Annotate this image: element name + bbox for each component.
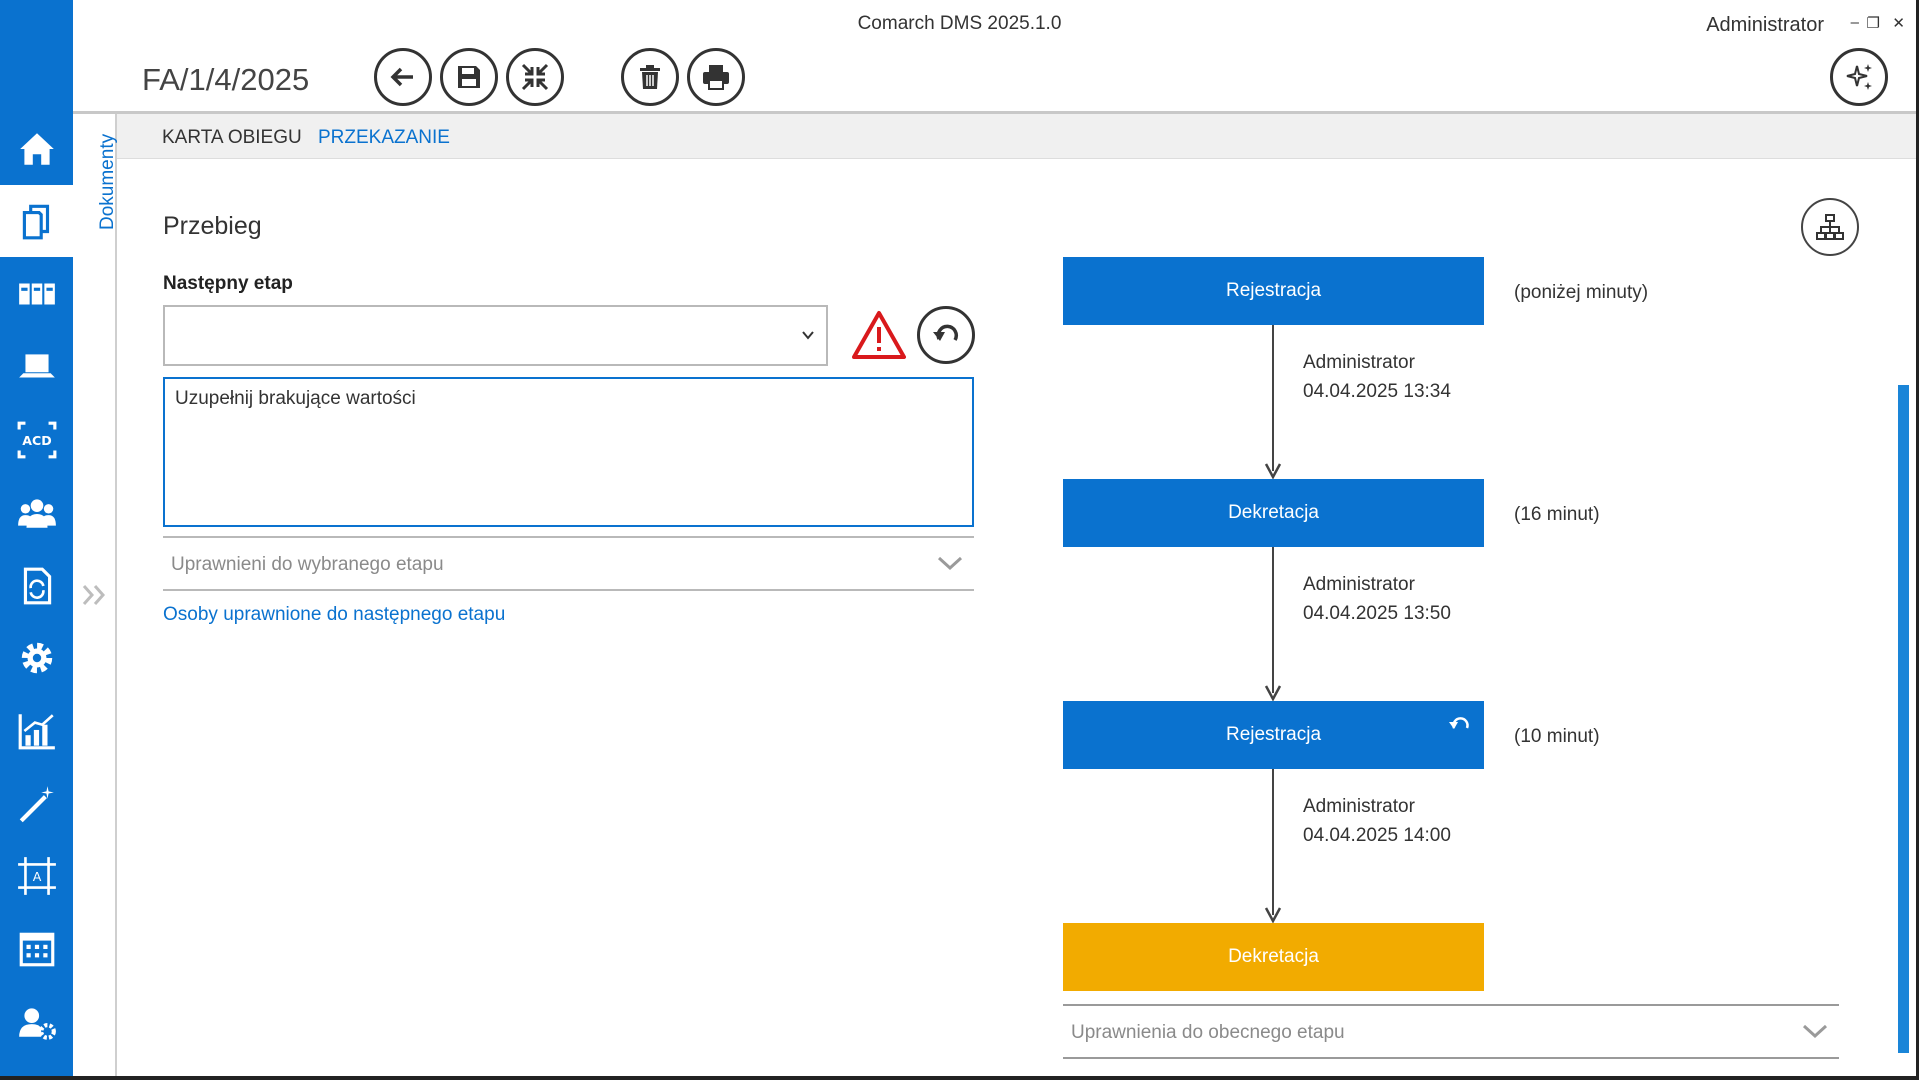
flow-stage-label: Rejestracja bbox=[1225, 724, 1322, 745]
nav-acd[interactable]: ACD bbox=[0, 404, 73, 476]
stage-duration: (poniżej minuty) bbox=[1514, 282, 1649, 303]
home-icon bbox=[19, 133, 54, 165]
stage-duration: (16 minut) bbox=[1514, 504, 1600, 525]
ai-assistant-button[interactable] bbox=[1830, 48, 1888, 106]
document-number: FA/1/4/2025 bbox=[142, 62, 310, 97]
arrow-down-icon bbox=[1264, 685, 1282, 702]
tab-przekazanie[interactable]: PRZEKAZANIE bbox=[318, 127, 450, 149]
flow-stage[interactable]: Dekretacja bbox=[1063, 479, 1484, 547]
printer-icon bbox=[703, 65, 729, 90]
chevron-down-icon bbox=[1802, 1024, 1828, 1039]
eligible-users-label: Uprawnieni do wybranego etapu bbox=[171, 554, 444, 575]
nav-designer[interactable]: A bbox=[0, 840, 73, 912]
eligible-users-expander[interactable]: Uprawnieni do wybranego etapu bbox=[163, 536, 974, 591]
transition-time: 04.04.2025 13:50 bbox=[1303, 603, 1451, 624]
flow-connector bbox=[1272, 325, 1274, 471]
next-stage-select[interactable] bbox=[163, 305, 828, 366]
stage-duration: (10 minut) bbox=[1514, 726, 1600, 747]
nav-settings[interactable] bbox=[0, 622, 73, 694]
restore-button[interactable]: ❐ bbox=[1867, 14, 1880, 32]
tab-bar: KARTA OBIEGU PRZEKAZANIE bbox=[117, 114, 1919, 159]
trash-icon bbox=[640, 65, 660, 89]
undo-icon bbox=[1449, 717, 1469, 729]
arrow-down-icon bbox=[1264, 463, 1282, 480]
section-title: Przebieg bbox=[163, 212, 262, 240]
document-sync-icon bbox=[23, 567, 51, 605]
user-gear-icon bbox=[18, 1008, 56, 1040]
transition-user: Administrator bbox=[1303, 352, 1415, 373]
transition-info: Administrator 04.04.2025 13:34 bbox=[1303, 348, 1451, 406]
laptop-icon bbox=[18, 354, 55, 378]
gear-icon bbox=[21, 642, 52, 674]
nav-workflow[interactable] bbox=[0, 550, 73, 622]
vertical-scrollbar[interactable] bbox=[1898, 385, 1909, 1053]
flow-stage[interactable]: Rejestracja bbox=[1063, 701, 1484, 769]
chevron-down-icon bbox=[802, 331, 814, 340]
print-button[interactable] bbox=[687, 48, 745, 106]
nav-reports[interactable] bbox=[0, 695, 73, 767]
back-button[interactable] bbox=[374, 48, 432, 106]
flow-diagram-button[interactable] bbox=[1801, 198, 1859, 256]
flow-stage-current[interactable]: Dekretacja bbox=[1063, 923, 1484, 991]
eligible-persons-link[interactable]: Osoby uprawnione do następnego etapu bbox=[163, 604, 505, 626]
nav-users[interactable] bbox=[0, 477, 73, 549]
comment-textarea[interactable]: Uzupełnij brakujące wartości bbox=[163, 377, 974, 527]
window-title: Comarch DMS 2025.1.0 bbox=[857, 13, 1062, 34]
svg-text:ACD: ACD bbox=[22, 433, 51, 448]
sparkles-icon bbox=[1846, 64, 1872, 90]
users-group-icon bbox=[17, 499, 56, 528]
transition-info: Administrator 04.04.2025 13:50 bbox=[1303, 570, 1451, 628]
close-button[interactable]: ✕ bbox=[1892, 14, 1905, 32]
acd-ocr-icon: ACD bbox=[17, 421, 56, 459]
warning-icon bbox=[852, 311, 906, 359]
expand-double-chevron-icon[interactable] bbox=[80, 580, 110, 610]
transition-time: 04.04.2025 13:34 bbox=[1303, 381, 1451, 402]
arrow-down-icon bbox=[1264, 907, 1282, 924]
nav-user-settings[interactable] bbox=[0, 986, 73, 1058]
tab-karta-obiegu[interactable]: KARTA OBIEGU bbox=[162, 127, 302, 149]
transition-user: Administrator bbox=[1303, 574, 1415, 595]
nav-workstation[interactable] bbox=[0, 331, 73, 403]
nav-documents[interactable] bbox=[0, 185, 73, 257]
svg-text:A: A bbox=[32, 869, 41, 884]
flow-connector bbox=[1272, 547, 1274, 693]
compress-arrows-icon bbox=[521, 63, 549, 91]
minimize-button[interactable]: – bbox=[1851, 14, 1859, 31]
transition-time: 04.04.2025 14:00 bbox=[1303, 825, 1451, 846]
chevron-down-icon bbox=[937, 556, 963, 571]
current-user[interactable]: Administrator bbox=[1706, 14, 1824, 37]
current-permissions-expander[interactable]: Uprawnienia do obecnego etapu bbox=[1063, 1004, 1839, 1059]
nav-wizard[interactable] bbox=[0, 768, 73, 840]
flow-connector bbox=[1272, 769, 1274, 915]
window-border-bottom bbox=[0, 1076, 1919, 1080]
current-permissions-label: Uprawnienia do obecnego etapu bbox=[1071, 1022, 1345, 1043]
form-designer-icon: A bbox=[17, 857, 56, 895]
flow-stage[interactable]: Rejestracja bbox=[1063, 257, 1484, 325]
floppy-disk-icon bbox=[458, 66, 480, 88]
magic-wand-icon bbox=[19, 786, 54, 823]
transition-info: Administrator 04.04.2025 14:00 bbox=[1303, 792, 1451, 850]
save-button[interactable] bbox=[440, 48, 498, 106]
main-nav-rail: ACD A bbox=[0, 0, 73, 1080]
arrow-left-icon bbox=[390, 67, 413, 87]
binders-icon bbox=[18, 283, 55, 305]
calendar-icon bbox=[19, 932, 54, 967]
hierarchy-icon bbox=[1816, 214, 1844, 240]
nav-home[interactable] bbox=[0, 113, 73, 185]
nav-archive[interactable] bbox=[0, 258, 73, 330]
undo-icon bbox=[933, 324, 958, 341]
next-stage-label: Następny etap bbox=[163, 273, 293, 294]
documents-icon bbox=[22, 204, 49, 240]
delete-button[interactable] bbox=[621, 48, 679, 106]
nav-calendar[interactable] bbox=[0, 913, 73, 985]
collapse-button[interactable] bbox=[506, 48, 564, 106]
undo-button[interactable] bbox=[917, 306, 975, 364]
module-label[interactable]: Dokumenty bbox=[97, 134, 119, 230]
chart-icon bbox=[18, 714, 55, 750]
transition-user: Administrator bbox=[1303, 796, 1415, 817]
